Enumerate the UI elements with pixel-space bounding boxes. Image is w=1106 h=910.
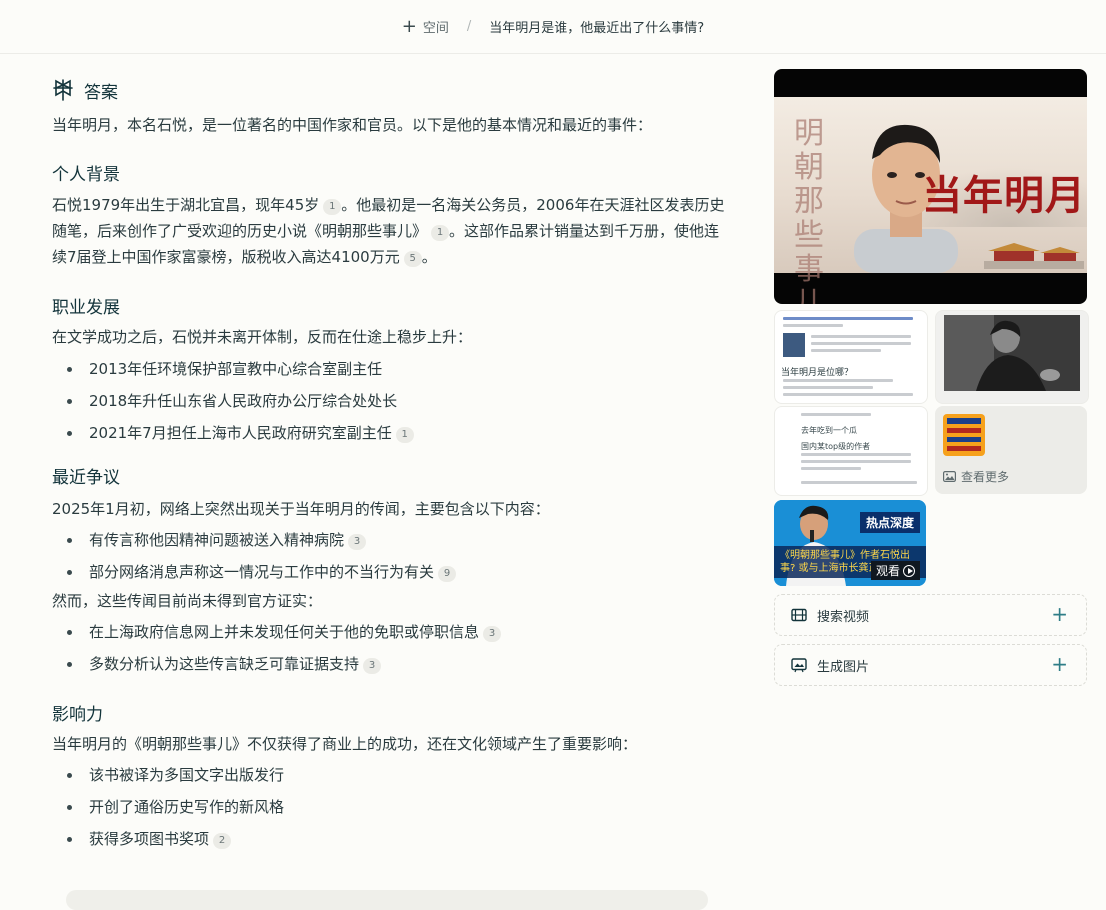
- thumbnail-news-1[interactable]: 当年明月是位哪？: [774, 310, 928, 404]
- influence-list: 该书被译为多国文字出版发行 开创了通俗历史写作的新风格 获得多项图书奖项 2: [52, 759, 732, 855]
- citation-badge[interactable]: 2: [213, 833, 232, 849]
- list-item: 部分网络消息声称这一情况与工作中的不当行为有关 9: [52, 556, 732, 588]
- list-item: 2021年7月担任上海市人民政府研究室副主任 1: [52, 417, 732, 449]
- section-heading-controversy: 最近争议: [52, 468, 120, 488]
- thumbnail-avatar: [783, 333, 805, 357]
- image-grid: 当年明月是位哪？ 去年吃到一个瓜 国内某top级的作者 查看更多 热点深度 《明…: [774, 310, 1089, 600]
- section-paragraph-controversy: 2025年1月初，网络上突然出现关于当年明月的传闻，主要包含以下内容：: [52, 500, 550, 518]
- list-item: 该书被译为多国文字出版发行: [52, 759, 732, 791]
- sidebar-actions: 搜索视频 + 生成图片 +: [774, 594, 1087, 694]
- section-paragraph-controversy-2: 然而，这些传闻目前尚未得到官方证实：: [52, 592, 323, 610]
- list-item: 开创了通俗历史写作的新风格: [52, 791, 732, 823]
- generate-image-button[interactable]: 生成图片 +: [774, 644, 1087, 686]
- hero-image-painting: 明朝那些事儿 当年明月: [774, 97, 1087, 304]
- breadcrumb-space[interactable]: 空间: [423, 17, 449, 36]
- video-badge: 热点深度: [859, 512, 920, 533]
- citation-badge[interactable]: 1: [431, 225, 450, 241]
- section-paragraph-background: 石悦1979年出生于湖北宜昌，现年45岁 1 。他最初是一名海关公务员，2006年在…: [52, 196, 725, 267]
- thread-title[interactable]: 当年明月是谁，他最近出了什么事情?: [489, 17, 704, 36]
- view-more-preview: [943, 414, 985, 456]
- answer-logo-icon: [53, 79, 73, 101]
- list-item: 多数分析认为这些传言缺乏可靠证据支持 3: [52, 648, 732, 680]
- palace-illustration: [984, 243, 1084, 269]
- list-item: 在上海政府信息网上并未发现任何关于他的免职或停职信息 3: [52, 616, 732, 648]
- followup-input-edge[interactable]: [66, 890, 708, 910]
- view-more-link[interactable]: 查看更多: [943, 468, 1009, 485]
- hero-vertical-text: 明朝那些事儿: [794, 116, 824, 305]
- citation-badge[interactable]: 3: [363, 658, 382, 674]
- hero-title-text: 当年明月: [922, 172, 1086, 219]
- list-item: 获得多项图书奖项 2: [52, 823, 732, 855]
- top-bar: + 空间 / 当年明月是谁，他最近出了什么事情?: [0, 0, 1106, 54]
- list-item: 有传言称他因精神问题被送入精神病院 3: [52, 524, 732, 556]
- watch-button[interactable]: 观看: [870, 561, 920, 580]
- search-video-label: 搜索视频: [817, 609, 870, 625]
- media-sidebar: 明朝那些事儿 当年明月 当年明月是位哪？ 去年吃到一个瓜 国内某top级的作者 …: [774, 69, 1089, 686]
- career-list: 2013年任环境保护部宣教中心综合室副主任 2018年升任山东省人民政府办公厅综…: [52, 353, 732, 449]
- generate-image-label: 生成图片: [817, 659, 870, 675]
- section-paragraph-influence: 当年明月的《明朝那些事儿》不仅获得了商业上的成功，还在文化领域产生了重要影响：: [52, 735, 638, 753]
- citation-badge[interactable]: 9: [438, 566, 457, 582]
- section-heading-background: 个人背景: [52, 165, 120, 185]
- section-heading-influence: 影响力: [52, 705, 103, 725]
- controversy-list-2: 在上海政府信息网上并未发现任何关于他的免职或停职信息 3 多数分析认为这些传言缺乏…: [52, 616, 732, 680]
- breadcrumb: + 空间 / 当年明月是谁，他最近出了什么事情?: [402, 17, 704, 36]
- answer-panel: 答案 当年明月，本名石悦，是一位著名的中国作家和官员。以下是他的基本情况和最近的…: [52, 72, 732, 855]
- list-item: 2018年升任山东省人民政府办公厅综合处处长: [52, 385, 732, 417]
- citation-badge[interactable]: 3: [483, 626, 502, 642]
- thumbnail-headline: 当年明月是位哪？: [781, 368, 854, 378]
- search-video-button[interactable]: 搜索视频 +: [774, 594, 1087, 636]
- play-icon: [903, 564, 915, 577]
- answer-header: 答案: [52, 72, 732, 108]
- image-generate-icon: [791, 658, 807, 673]
- citation-badge[interactable]: 1: [323, 199, 342, 215]
- view-more-tile[interactable]: 查看更多: [935, 406, 1087, 494]
- controversy-list: 有传言称他因精神问题被送入精神病院 3 部分网络消息声称这一情况与工作中的不当行为…: [52, 524, 732, 588]
- thumbnail-photo-2[interactable]: [935, 310, 1089, 404]
- section-paragraph-career: 在文学成功之后，石悦并未离开体制，反而在仕途上稳步上升：: [52, 328, 473, 346]
- answer-label: 答案: [84, 82, 118, 103]
- plus-icon[interactable]: +: [402, 17, 417, 36]
- thumbnail-post-3[interactable]: 去年吃到一个瓜 国内某top级的作者: [774, 406, 928, 496]
- video-thumbnail[interactable]: 热点深度 《明朝那些事儿》作者石悦出事? 或与上海市长龚正往 观看: [774, 500, 926, 586]
- add-icon[interactable]: +: [1051, 604, 1068, 624]
- section-heading-career: 职业发展: [52, 298, 120, 318]
- add-icon[interactable]: +: [1051, 654, 1068, 674]
- list-item: 2013年任环境保护部宣教中心综合室副主任: [52, 353, 732, 385]
- hero-image[interactable]: 明朝那些事儿 当年明月: [774, 69, 1087, 304]
- answer-intro: 当年明月，本名石悦，是一位著名的中国作家和官员。以下是他的基本情况和最近的事件：: [52, 116, 653, 134]
- citation-badge[interactable]: 3: [348, 534, 367, 550]
- image-icon: [943, 471, 956, 482]
- citation-badge[interactable]: 5: [403, 251, 422, 267]
- breadcrumb-separator: /: [466, 19, 472, 34]
- film-icon: [791, 608, 807, 622]
- citation-badge[interactable]: 1: [395, 427, 414, 443]
